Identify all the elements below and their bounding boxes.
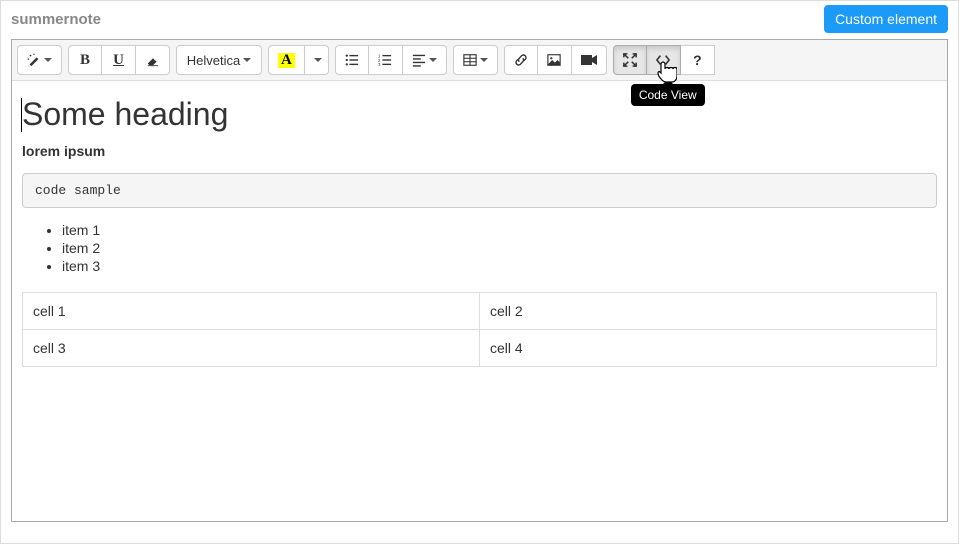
video-icon [581, 54, 597, 66]
eraser-icon [146, 53, 160, 67]
picture-icon [547, 53, 561, 67]
content-list[interactable]: item 1 item 2 item 3 [22, 222, 937, 274]
summernote-editor: B U Helvetica [11, 39, 948, 522]
help-button[interactable]: ? [681, 45, 715, 75]
picture-button[interactable] [538, 45, 572, 75]
color-group: A [268, 45, 329, 75]
magic-icon [27, 53, 41, 67]
caret-icon [429, 58, 437, 62]
bold-button[interactable]: B [68, 45, 102, 75]
text-cursor [21, 98, 22, 132]
list-ol-icon: 123 [378, 53, 392, 67]
heading-text: Some heading [22, 96, 228, 132]
content-heading[interactable]: Some heading [22, 96, 937, 133]
insert-group [504, 45, 607, 75]
svg-text:3: 3 [378, 62, 381, 67]
help-icon: ? [693, 52, 702, 68]
paragraph-align-dropdown[interactable] [403, 45, 447, 75]
table-row: cell 3 cell 4 [23, 330, 937, 367]
font-color-icon: A [278, 53, 295, 68]
editor-panel: summernote Custom element B U [0, 0, 959, 544]
caret-icon [480, 58, 488, 62]
table-row: cell 1 cell 2 [23, 293, 937, 330]
table-cell[interactable]: cell 1 [23, 293, 480, 330]
caret-icon [44, 58, 52, 62]
custom-element-button[interactable]: Custom element [824, 5, 948, 33]
content-bold-line[interactable]: lorem ipsum [22, 143, 937, 159]
caret-icon [243, 58, 251, 62]
unordered-list-button[interactable] [335, 45, 369, 75]
codeview-button[interactable] [647, 45, 681, 75]
font-style-group: B U [68, 45, 170, 75]
panel-header: summernote Custom element [1, 1, 958, 39]
caret-icon [314, 58, 322, 62]
table-cell[interactable]: cell 4 [480, 330, 937, 367]
bold-icon: B [80, 52, 90, 69]
font-name-group: Helvetica [176, 45, 262, 75]
align-icon [412, 53, 426, 67]
table-icon [463, 53, 477, 67]
table-group [453, 45, 498, 75]
underline-button[interactable]: U [102, 45, 136, 75]
list-ul-icon [345, 53, 359, 67]
style-group [17, 45, 62, 75]
table-cell[interactable]: cell 2 [480, 293, 937, 330]
link-button[interactable] [504, 45, 538, 75]
fullscreen-icon [623, 53, 637, 67]
color-dropdown[interactable] [305, 45, 329, 75]
paragraph-group: 123 [335, 45, 447, 75]
underline-icon: U [113, 52, 124, 69]
editor-toolbar: B U Helvetica [12, 40, 947, 81]
list-item[interactable]: item 2 [62, 240, 937, 256]
codeview-tooltip: Code View [631, 84, 705, 106]
fullscreen-button[interactable] [613, 45, 647, 75]
clear-format-button[interactable] [136, 45, 170, 75]
table-cell[interactable]: cell 3 [23, 330, 480, 367]
video-button[interactable] [572, 45, 607, 75]
content-code-block[interactable]: code sample [22, 173, 937, 208]
ordered-list-button[interactable]: 123 [369, 45, 403, 75]
list-item[interactable]: item 1 [62, 222, 937, 238]
font-name-label: Helvetica [187, 53, 240, 68]
font-name-dropdown[interactable]: Helvetica [176, 45, 262, 75]
content-table[interactable]: cell 1 cell 2 cell 3 cell 4 [22, 292, 937, 367]
magic-button[interactable] [17, 45, 62, 75]
panel-title: summernote [11, 11, 101, 28]
color-button[interactable]: A [268, 45, 305, 75]
editor-content[interactable]: Some heading lorem ipsum code sample ite… [12, 81, 947, 521]
view-group: ? Code View [613, 45, 715, 75]
link-icon [514, 53, 528, 67]
code-icon [656, 53, 670, 67]
list-item[interactable]: item 3 [62, 258, 937, 274]
table-dropdown[interactable] [453, 45, 498, 75]
